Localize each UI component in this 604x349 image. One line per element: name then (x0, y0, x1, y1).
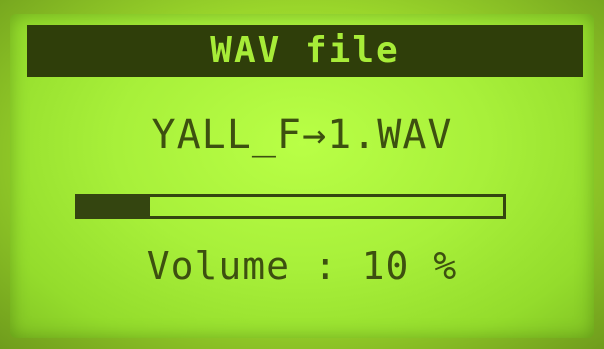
playback-progress-bar (75, 194, 506, 219)
volume-label: Volume : 10 % (146, 244, 458, 288)
playback-progress-fill (78, 197, 151, 216)
screen-title: WAV file (210, 30, 400, 71)
filename-label: YALL_F→1.WAV (151, 112, 453, 158)
title-bar: WAV file (27, 25, 583, 77)
